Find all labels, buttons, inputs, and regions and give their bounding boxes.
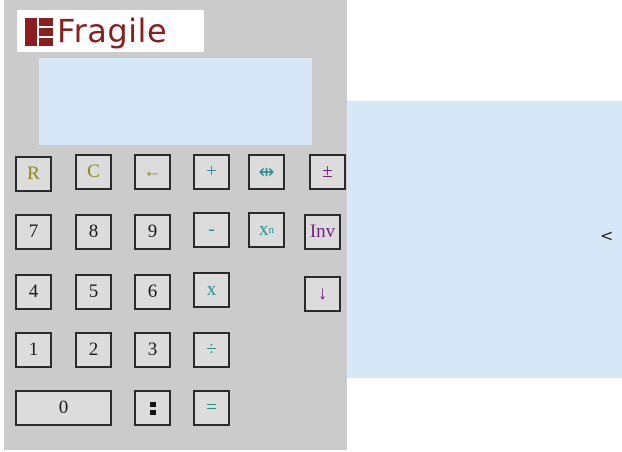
calculator-body: Fragile R C ← + ⇹ ± 7 8 9 - xn Inv 4 5 6…	[4, 0, 347, 450]
logo-icon	[25, 18, 53, 46]
digit-3-button[interactable]: 3	[134, 332, 171, 368]
minus-button[interactable]: -	[193, 212, 230, 248]
multiply-button[interactable]: x	[193, 272, 230, 308]
digit-2-button[interactable]: 2	[75, 332, 112, 368]
digit-7-button[interactable]: 7	[15, 214, 52, 250]
memory-icon	[149, 401, 156, 415]
swap-button[interactable]: ⇹	[248, 154, 285, 190]
digit-8-button[interactable]: 8	[75, 214, 112, 250]
power-button[interactable]: xn	[248, 212, 285, 248]
divide-button[interactable]: ÷	[193, 332, 230, 368]
side-panel	[347, 101, 622, 378]
logo-text: Fragile	[57, 12, 168, 50]
calculator-display	[39, 58, 312, 145]
digit-0-button[interactable]: 0	[15, 390, 112, 426]
backspace-button[interactable]: ←	[134, 154, 171, 190]
side-panel-toggle[interactable]: <	[600, 226, 613, 245]
digit-1-button[interactable]: 1	[15, 332, 52, 368]
digit-5-button[interactable]: 5	[75, 274, 112, 310]
down-button[interactable]: ↓	[304, 276, 341, 312]
clear-button[interactable]: C	[75, 154, 112, 190]
logo: Fragile	[17, 10, 204, 52]
equals-button[interactable]: =	[193, 390, 230, 426]
digit-6-button[interactable]: 6	[134, 274, 171, 310]
power-base-label: x	[259, 219, 269, 240]
inverse-button[interactable]: Inv	[304, 214, 341, 250]
memory-button[interactable]	[134, 390, 171, 426]
plus-minus-button[interactable]: ±	[309, 154, 346, 190]
power-exponent-label: n	[268, 224, 275, 236]
digit-4-button[interactable]: 4	[15, 274, 52, 310]
digit-9-button[interactable]: 9	[134, 214, 171, 250]
plus-button[interactable]: +	[193, 154, 230, 190]
reset-button[interactable]: R	[15, 156, 52, 192]
